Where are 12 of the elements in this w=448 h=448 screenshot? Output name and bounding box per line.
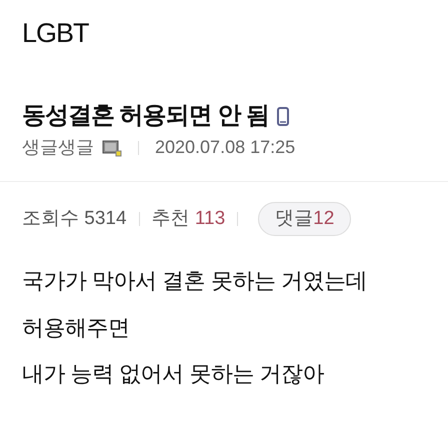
post-title: 동성결혼 허용되면 안 됨 [22, 103, 270, 130]
like-count: 추천 113 [152, 206, 226, 231]
body-line: 내가 능력 없어서 못하는 거잖아 [22, 361, 325, 388]
body-line: 허용해주면 [22, 314, 130, 342]
body-line: 국가가 막아서 결혼 못하는 거였는데 [22, 268, 368, 295]
post-date: 2020.07.08 17:25 [155, 137, 296, 159]
level-icon [102, 139, 122, 158]
comment-count[interactable]: 댓글12 [258, 202, 352, 236]
mobile-icon [277, 106, 290, 126]
view-count: 조회수 5314 [22, 206, 127, 231]
author-name[interactable]: 생글생글 [22, 137, 94, 159]
board-title: LGBT [22, 20, 90, 47]
